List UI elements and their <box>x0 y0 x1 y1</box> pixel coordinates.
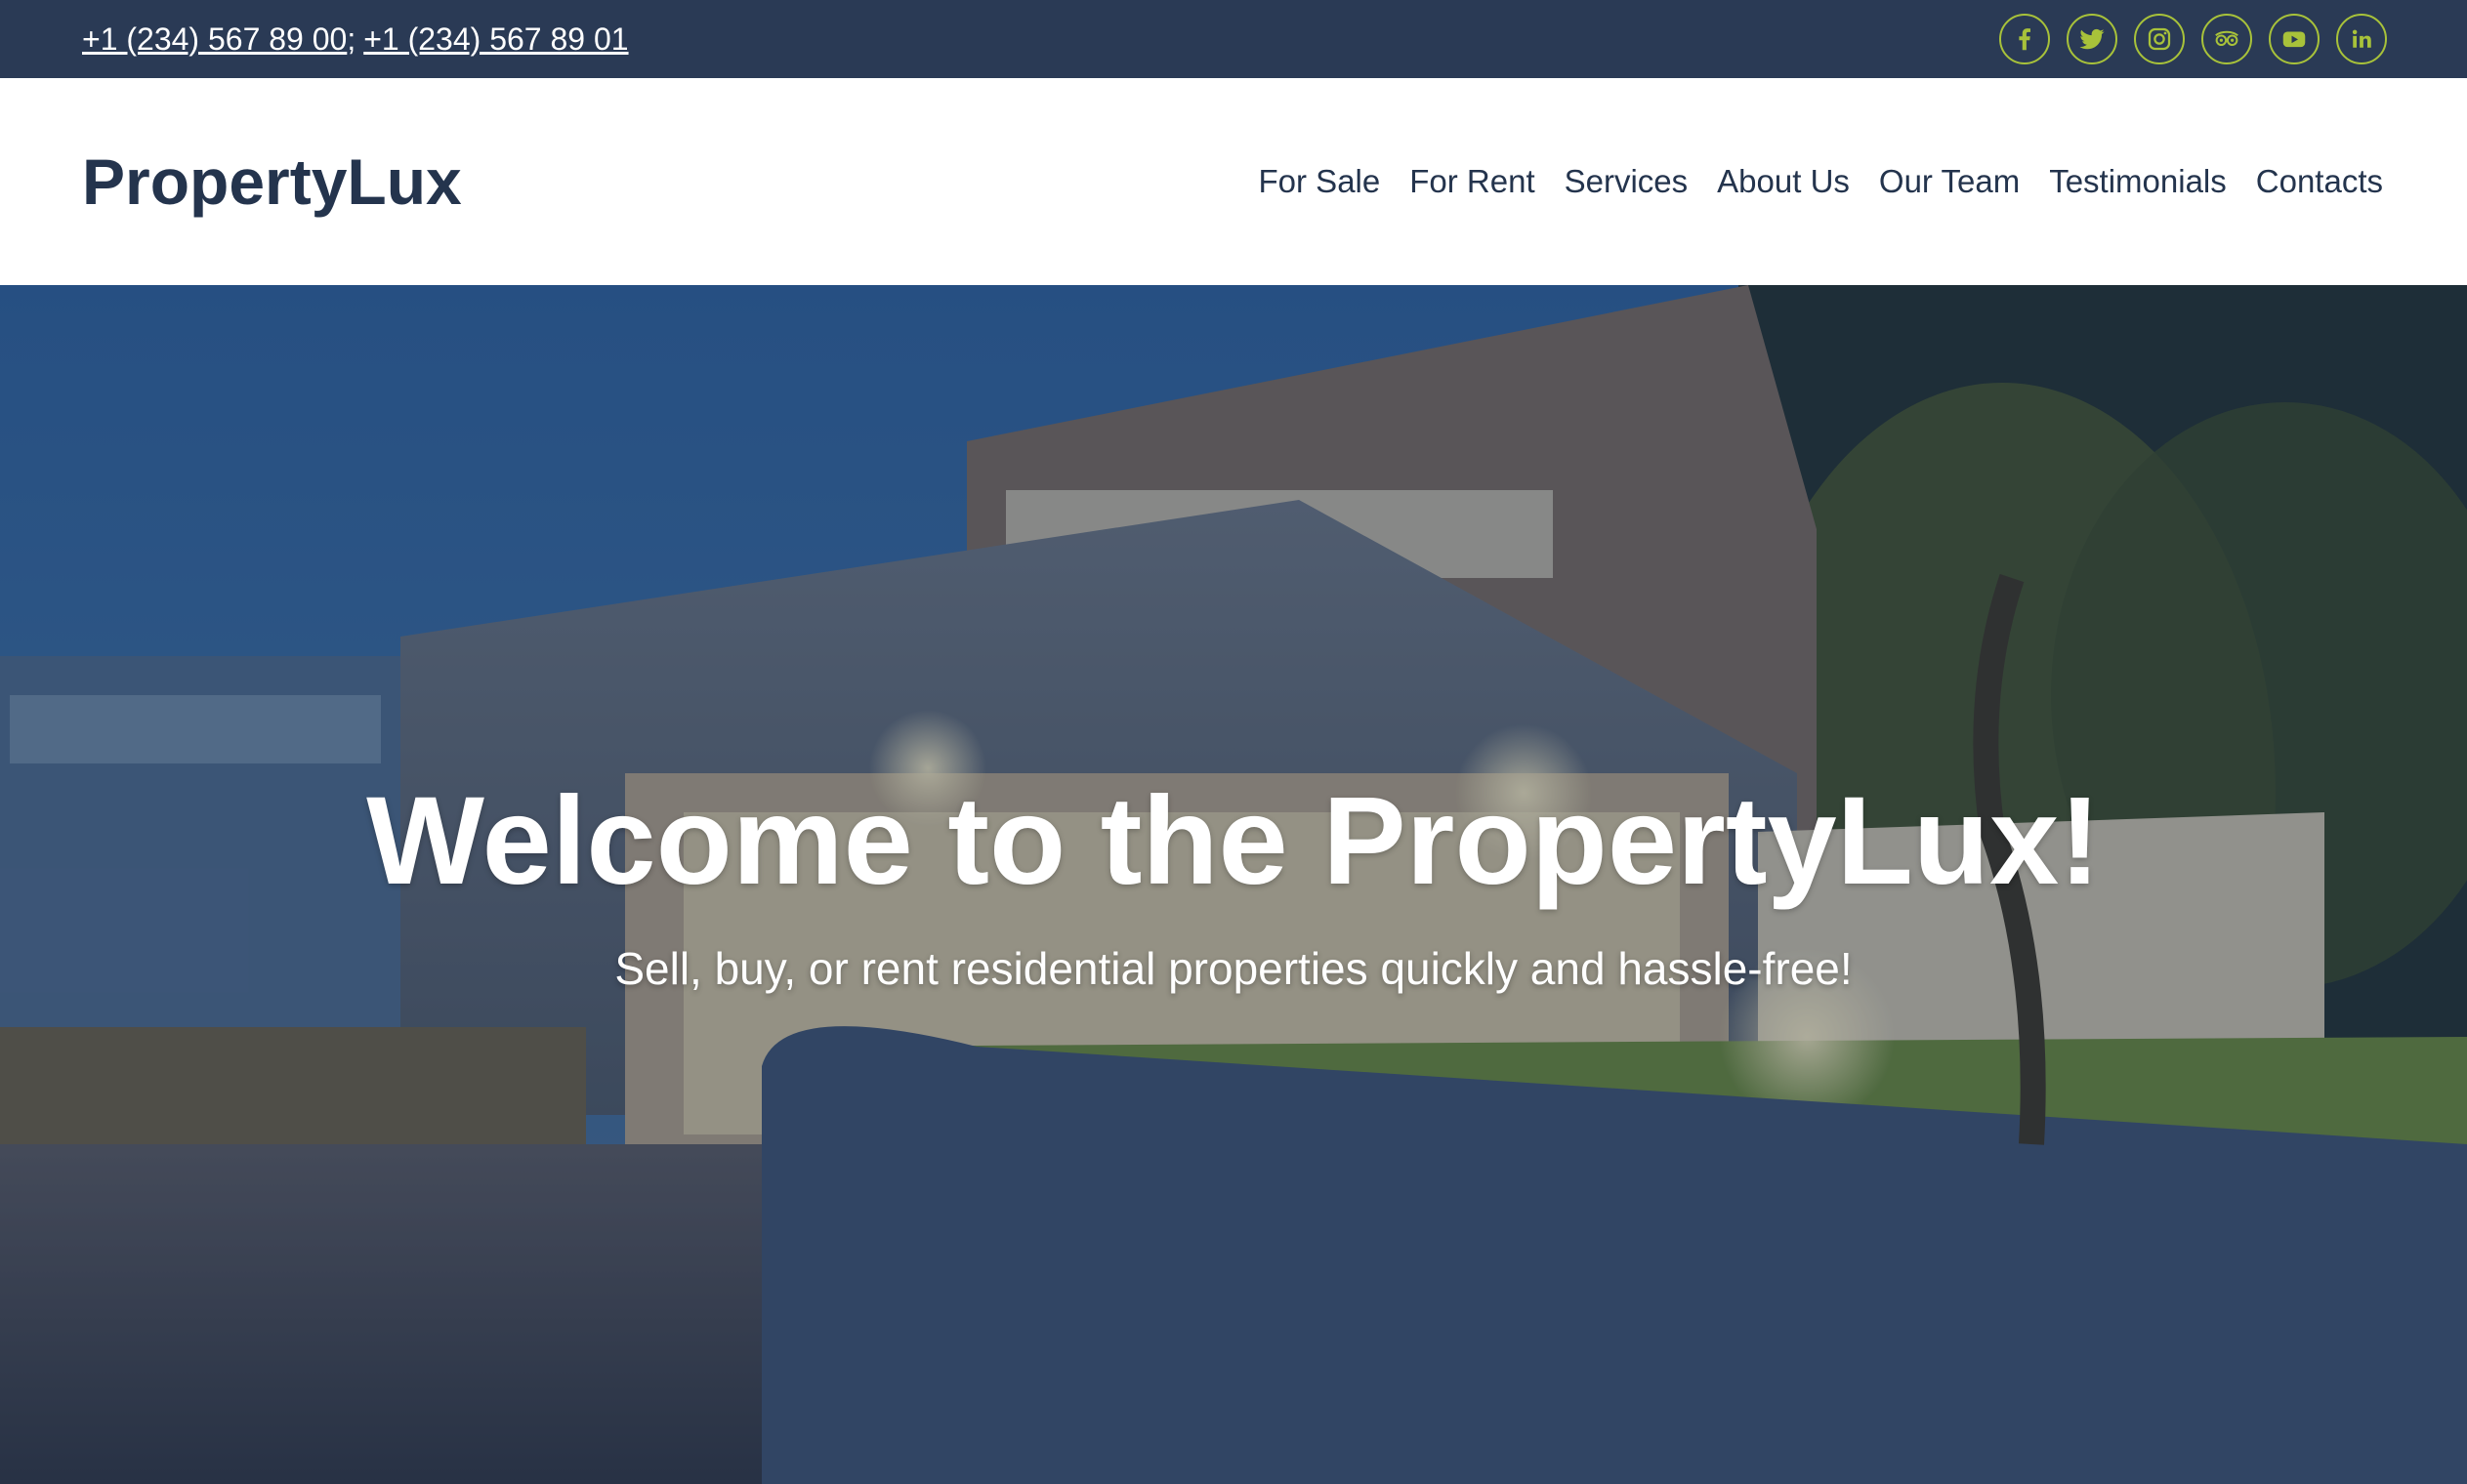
linkedin-link[interactable] <box>2336 14 2387 64</box>
twitter-icon <box>2079 28 2105 50</box>
phone-numbers: +1 (234) 567 89 00 ; +1 (234) 567 89 01 <box>82 21 629 58</box>
nav-about-us[interactable]: About Us <box>1717 163 1850 200</box>
instagram-icon <box>2148 27 2171 51</box>
hero-section: Welcome to the PropertyLux! Sell, buy, o… <box>0 285 2467 1484</box>
facebook-link[interactable] <box>1999 14 2050 64</box>
youtube-icon <box>2282 31 2306 48</box>
linkedin-icon <box>2352 29 2371 48</box>
hero-content: Welcome to the PropertyLux! Sell, buy, o… <box>0 771 2467 995</box>
nav-our-team[interactable]: Our Team <box>1879 163 2020 200</box>
logo[interactable]: PropertyLux <box>82 144 462 219</box>
nav-for-sale[interactable]: For Sale <box>1259 163 1381 200</box>
nav-for-rent[interactable]: For Rent <box>1409 163 1534 200</box>
tripadvisor-link[interactable] <box>2201 14 2252 64</box>
twitter-link[interactable] <box>2067 14 2117 64</box>
site-header: PropertyLux For Sale For Rent Services A… <box>0 78 2467 285</box>
hero-title: Welcome to the PropertyLux! <box>366 771 2101 911</box>
phone-separator: ; <box>347 21 356 57</box>
nav-contacts[interactable]: Contacts <box>2256 163 2383 200</box>
nav-testimonials[interactable]: Testimonials <box>2049 163 2227 200</box>
phone-link-1[interactable]: +1 (234) 567 89 00 <box>82 21 347 58</box>
instagram-link[interactable] <box>2134 14 2185 64</box>
main-nav: For Sale For Rent Services About Us Our … <box>1259 163 2383 200</box>
youtube-link[interactable] <box>2269 14 2320 64</box>
hero-subtitle: Sell, buy, or rent residential propertie… <box>614 942 1853 994</box>
tripadvisor-icon <box>2215 30 2238 46</box>
social-links <box>1999 14 2387 64</box>
top-bar: +1 (234) 567 89 00 ; +1 (234) 567 89 01 <box>0 0 2467 78</box>
phone-link-2[interactable]: +1 (234) 567 89 01 <box>363 21 628 58</box>
facebook-icon <box>2019 28 2030 51</box>
nav-services[interactable]: Services <box>1565 163 1689 200</box>
